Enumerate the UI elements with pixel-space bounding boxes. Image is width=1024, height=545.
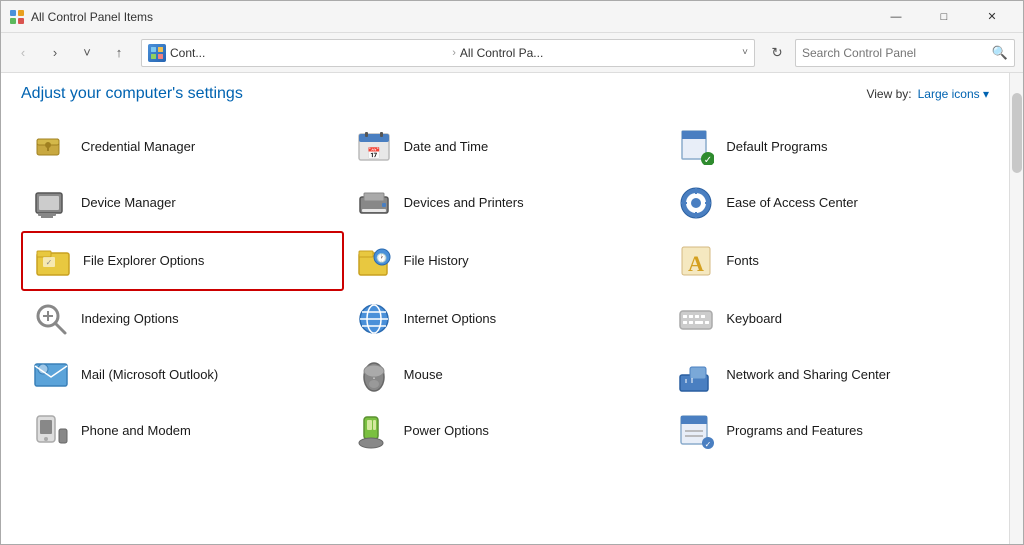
- svg-text:✓: ✓: [46, 258, 53, 267]
- grid-item-internet[interactable]: Internet Options: [344, 291, 667, 347]
- view-by-label: View by:: [866, 87, 911, 101]
- scrollbar[interactable]: [1009, 73, 1023, 544]
- power-icon: [354, 411, 394, 451]
- settings-header: Adjust your computer's settings View by:…: [21, 85, 989, 103]
- indexing-icon: [31, 299, 71, 339]
- file-history-label: File History: [404, 253, 469, 270]
- address-sep1: ›: [452, 47, 456, 59]
- main-content: Adjust your computer's settings View by:…: [1, 73, 1009, 544]
- grid-item-phone[interactable]: Phone and Modem: [21, 403, 344, 459]
- programs-icon: ✓: [676, 411, 716, 451]
- scrollbar-thumb[interactable]: [1012, 93, 1022, 173]
- grid-item-mouse[interactable]: Mouse: [344, 347, 667, 403]
- main-window: All Control Panel Items — □ ✕ ‹ › ˅ ↑ Co…: [0, 0, 1024, 545]
- address-part1: Cont...: [170, 46, 448, 60]
- address-icon: [148, 44, 166, 62]
- network-icon: [676, 355, 716, 395]
- grid-item-programs[interactable]: ✓ Programs and Features: [666, 403, 989, 459]
- forward-button[interactable]: ›: [41, 39, 69, 67]
- maximize-button[interactable]: □: [921, 1, 967, 33]
- back-button[interactable]: ‹: [9, 39, 37, 67]
- credential-manager-label: Credential Manager: [81, 139, 195, 156]
- date-time-icon: 📅: [354, 127, 394, 167]
- file-explorer-label: File Explorer Options: [83, 253, 204, 270]
- search-input[interactable]: [802, 46, 988, 60]
- address-bar[interactable]: Cont... › All Control Pa... ˅: [141, 39, 755, 67]
- address-dropdown[interactable]: ˅: [742, 47, 748, 58]
- grid-item-ease-access[interactable]: Ease of Access Center: [666, 175, 989, 231]
- title-bar-icon: [9, 9, 25, 25]
- file-history-icon: 🕐: [354, 241, 394, 281]
- internet-label: Internet Options: [404, 311, 497, 328]
- view-by-value[interactable]: Large icons ▾: [918, 87, 989, 101]
- grid-item-file-history[interactable]: 🕐 File History: [344, 231, 667, 291]
- svg-text:✓: ✓: [705, 440, 712, 449]
- svg-text:✓: ✓: [704, 155, 712, 165]
- grid-item-power[interactable]: Power Options: [344, 403, 667, 459]
- svg-text:📅: 📅: [367, 147, 381, 160]
- grid-item-keyboard[interactable]: Keyboard: [666, 291, 989, 347]
- grid-item-devices-printers[interactable]: Devices and Printers: [344, 175, 667, 231]
- address-part2: All Control Pa...: [460, 46, 738, 60]
- credential-manager-icon: [31, 127, 71, 167]
- keyboard-label: Keyboard: [726, 311, 782, 328]
- grid-item-default-programs[interactable]: ✓ Default Programs: [666, 119, 989, 175]
- mouse-label: Mouse: [404, 367, 443, 384]
- programs-label: Programs and Features: [726, 423, 863, 440]
- network-label: Network and Sharing Center: [726, 367, 890, 384]
- window-controls: — □ ✕: [873, 1, 1015, 33]
- up-button[interactable]: ↑: [105, 39, 133, 67]
- ease-access-icon: [676, 183, 716, 223]
- default-programs-icon: ✓: [676, 127, 716, 167]
- keyboard-icon: [676, 299, 716, 339]
- grid-item-file-explorer[interactable]: ✓ File Explorer Options: [21, 231, 344, 291]
- search-bar[interactable]: 🔍: [795, 39, 1015, 67]
- grid-item-indexing[interactable]: Indexing Options: [21, 291, 344, 347]
- device-manager-label: Device Manager: [81, 195, 176, 212]
- content-area: Adjust your computer's settings View by:…: [1, 73, 1023, 544]
- devices-printers-label: Devices and Printers: [404, 195, 524, 212]
- device-manager-icon: [31, 183, 71, 223]
- fonts-label: Fonts: [726, 253, 759, 270]
- file-explorer-icon: ✓: [33, 241, 73, 281]
- close-button[interactable]: ✕: [969, 1, 1015, 33]
- svg-text:A: A: [688, 251, 704, 276]
- view-by-control: View by: Large icons ▾: [866, 87, 989, 101]
- minimize-button[interactable]: —: [873, 1, 919, 33]
- items-grid: Credential Manager 📅 Date and Time ✓ Def…: [21, 119, 989, 459]
- svg-text:🕐: 🕐: [376, 252, 387, 263]
- mouse-icon: [354, 355, 394, 395]
- grid-item-device-manager[interactable]: Device Manager: [21, 175, 344, 231]
- settings-title: Adjust your computer's settings: [21, 85, 243, 103]
- grid-item-credential-manager[interactable]: Credential Manager: [21, 119, 344, 175]
- phone-label: Phone and Modem: [81, 423, 191, 440]
- grid-item-date-time[interactable]: 📅 Date and Time: [344, 119, 667, 175]
- search-icon[interactable]: 🔍: [992, 45, 1008, 61]
- mail-label: Mail (Microsoft Outlook): [81, 367, 218, 384]
- default-programs-label: Default Programs: [726, 139, 827, 156]
- title-bar: All Control Panel Items — □ ✕: [1, 1, 1023, 33]
- ease-access-label: Ease of Access Center: [726, 195, 858, 212]
- phone-icon: [31, 411, 71, 451]
- internet-icon: [354, 299, 394, 339]
- indexing-label: Indexing Options: [81, 311, 179, 328]
- fonts-icon: A: [676, 241, 716, 281]
- navigation-bar: ‹ › ˅ ↑ Cont... › All Control Pa... ˅ ↻ …: [1, 33, 1023, 73]
- grid-item-network[interactable]: Network and Sharing Center: [666, 347, 989, 403]
- grid-item-mail[interactable]: Mail (Microsoft Outlook): [21, 347, 344, 403]
- mail-icon: [31, 355, 71, 395]
- date-time-label: Date and Time: [404, 139, 489, 156]
- refresh-button[interactable]: ↻: [763, 39, 791, 67]
- dropdown-button[interactable]: ˅: [73, 39, 101, 67]
- power-label: Power Options: [404, 423, 489, 440]
- devices-printers-icon: [354, 183, 394, 223]
- grid-item-fonts[interactable]: A Fonts: [666, 231, 989, 291]
- window-title: All Control Panel Items: [31, 10, 873, 24]
